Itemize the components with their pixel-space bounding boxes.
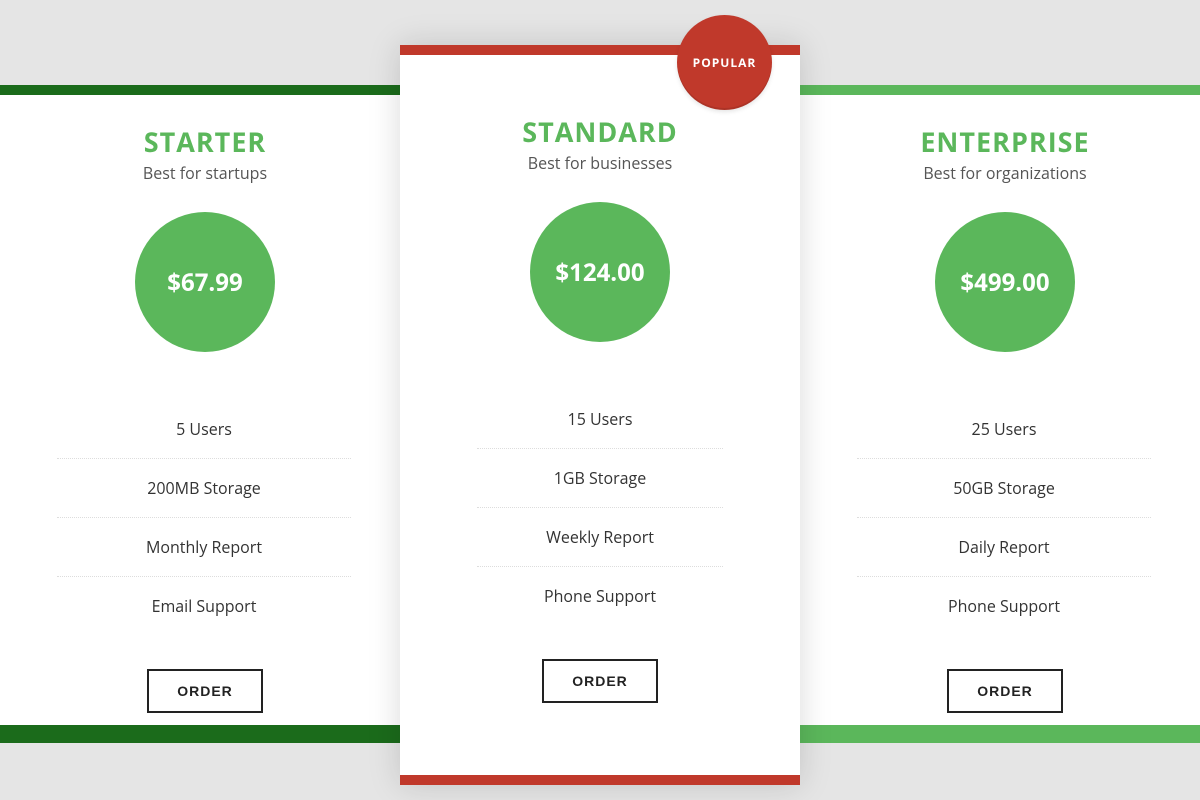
pricing-plan-enterprise: ENTERPRISE Best for organizations $499.0… bbox=[800, 95, 1200, 725]
price-badge: $67.99 bbox=[135, 212, 275, 352]
feature-item: Phone Support bbox=[477, 567, 723, 625]
feature-item: 200MB Storage bbox=[57, 459, 351, 518]
feature-list: 25 Users 50GB Storage Daily Report Phone… bbox=[865, 400, 1145, 635]
plan-title: STANDARD bbox=[450, 113, 750, 150]
feature-item: Weekly Report bbox=[477, 508, 723, 567]
order-button[interactable]: ORDER bbox=[947, 669, 1063, 713]
feature-item: 15 Users bbox=[477, 390, 723, 449]
price-badge: $499.00 bbox=[935, 212, 1075, 352]
pricing-plan-standard: POPULAR STANDARD Best for businesses $12… bbox=[400, 45, 800, 785]
feature-item: 50GB Storage bbox=[857, 459, 1151, 518]
plan-content: ENTERPRISE Best for organizations $499.0… bbox=[865, 123, 1145, 713]
feature-list: 15 Users 1GB Storage Weekly Report Phone… bbox=[450, 390, 750, 625]
feature-item: 5 Users bbox=[57, 400, 351, 459]
plan-subtitle: Best for businesses bbox=[450, 152, 750, 174]
feature-list: 5 Users 200MB Storage Monthly Report Ema… bbox=[65, 400, 345, 635]
popular-badge: POPULAR bbox=[677, 15, 772, 110]
plan-title: STARTER bbox=[65, 123, 345, 160]
feature-item: 1GB Storage bbox=[477, 449, 723, 508]
order-button[interactable]: ORDER bbox=[147, 669, 263, 713]
order-button[interactable]: ORDER bbox=[542, 659, 658, 703]
pricing-plan-starter: STARTER Best for startups $67.99 5 Users… bbox=[0, 95, 400, 725]
plan-subtitle: Best for startups bbox=[65, 162, 345, 184]
plan-subtitle: Best for organizations bbox=[865, 162, 1145, 184]
plan-content: STARTER Best for startups $67.99 5 Users… bbox=[65, 123, 345, 713]
feature-item: Daily Report bbox=[857, 518, 1151, 577]
price-badge: $124.00 bbox=[530, 202, 670, 342]
plan-title: ENTERPRISE bbox=[865, 123, 1145, 160]
feature-item: Monthly Report bbox=[57, 518, 351, 577]
feature-item: Phone Support bbox=[857, 577, 1151, 635]
feature-item: 25 Users bbox=[857, 400, 1151, 459]
feature-item: Email Support bbox=[57, 577, 351, 635]
plan-content: STANDARD Best for businesses $124.00 15 … bbox=[450, 113, 750, 703]
